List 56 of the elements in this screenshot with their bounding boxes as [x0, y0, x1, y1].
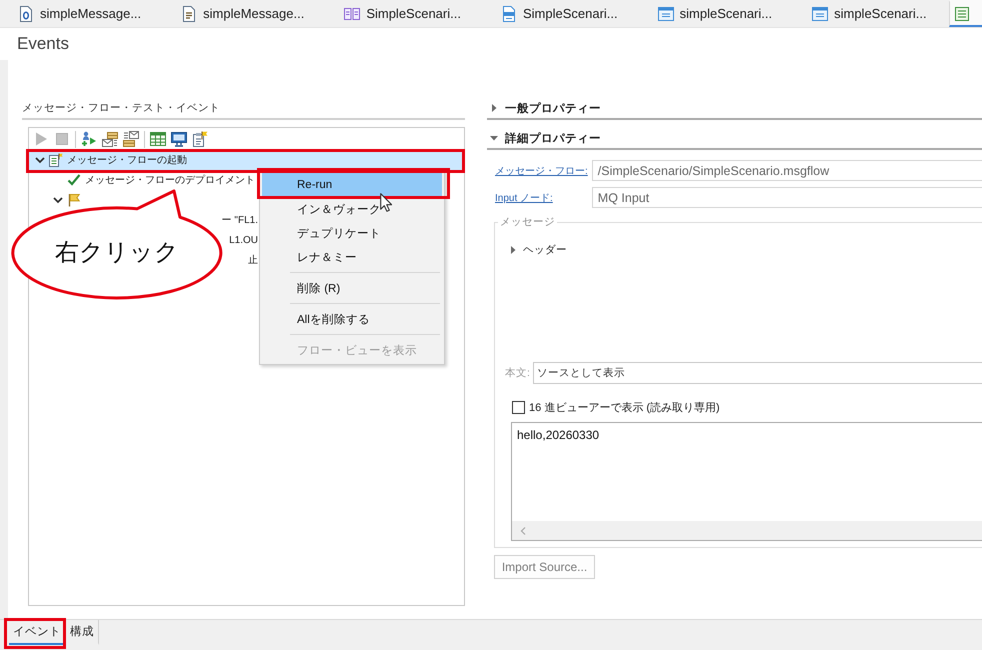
panel-title: メッセージ・フロー・テスト・イベント: [22, 102, 220, 114]
view-title: Events: [17, 34, 69, 54]
document-flag-icon: [49, 153, 63, 167]
editor-tab[interactable]: simpleScenari...: [640, 0, 794, 27]
section-header[interactable]: 一般プロパティー: [487, 98, 982, 120]
envelope-list-icon[interactable]: [123, 131, 139, 147]
menu-item[interactable]: イン＆ヴォーク: [262, 197, 442, 221]
menu-item[interactable]: Allを削除する: [262, 307, 442, 331]
clipboard-icon[interactable]: [192, 131, 208, 147]
document-icon: [18, 6, 34, 22]
tree-item[interactable]: 止: [248, 250, 258, 270]
check-icon: [67, 173, 81, 187]
text-field[interactable]: MQ Input: [592, 187, 982, 208]
window-icon: [812, 6, 828, 22]
two-panels-icon: [344, 6, 360, 22]
chevron-down-icon[interactable]: [51, 195, 65, 205]
field-link[interactable]: Input ノード:: [495, 190, 553, 204]
document-icon: [181, 6, 198, 22]
editor-tab[interactable]: simpleScenari...: [794, 0, 949, 27]
monitor-icon[interactable]: [171, 131, 187, 147]
tree-item[interactable]: メッセージ・フローのデプロイメント: [47, 170, 259, 190]
flag-icon: [67, 193, 81, 207]
tree-item[interactable]: ー "FL1.: [222, 210, 258, 230]
editor-tab[interactable]: simpleMessage...: [163, 0, 326, 27]
horizontal-scrollbar[interactable]: [512, 521, 982, 540]
checkbox[interactable]: [512, 401, 525, 414]
table-icon[interactable]: [150, 131, 166, 147]
menu-item[interactable]: 削除 (R): [262, 276, 442, 300]
menu-item[interactable]: レナ＆ミー: [262, 245, 442, 269]
message-text-area[interactable]: hello,20260330: [511, 422, 982, 541]
chevron-down-icon[interactable]: [33, 155, 47, 165]
highlight-frame: [4, 618, 66, 649]
envelope-icon[interactable]: [102, 131, 118, 147]
dropdown-field[interactable]: ソースとして表示: [532, 362, 982, 384]
editor-tab[interactable]: SimpleScenari...: [326, 0, 483, 27]
editor-tab[interactable]: SimpleScenari...: [482, 0, 640, 27]
menu-item[interactable]: Re-run: [262, 173, 442, 197]
section-header[interactable]: 詳細プロパティー: [487, 128, 982, 150]
mouse-pointer-icon: [380, 193, 392, 212]
person-arrow-icon[interactable]: [81, 131, 97, 147]
callout-text: 右クリック: [55, 239, 179, 267]
header-tree-item[interactable]: ヘッダー: [509, 242, 567, 258]
document-icon: [500, 6, 517, 22]
group-label: メッセージ: [499, 215, 556, 229]
view-tab[interactable]: イベント: [9, 620, 66, 645]
body-label: 本文:: [505, 366, 530, 380]
field-link[interactable]: メッセージ・フロー:: [495, 164, 588, 178]
text-field[interactable]: /SimpleScenario/SimpleScenario.msgflow: [592, 160, 982, 181]
menu-item[interactable]: デュプリケート: [262, 221, 442, 245]
checkbox-label[interactable]: 16 進ビューアーで表示 (読み取り専用): [529, 400, 720, 415]
editor-tab[interactable]: [948, 0, 982, 27]
tree-item[interactable]: L1.OU: [229, 230, 258, 250]
sheet-icon: [954, 6, 970, 22]
view-tab[interactable]: 構成: [66, 620, 99, 645]
editor-tab[interactable]: simpleMessage...: [0, 0, 164, 27]
window-icon: [658, 6, 674, 22]
